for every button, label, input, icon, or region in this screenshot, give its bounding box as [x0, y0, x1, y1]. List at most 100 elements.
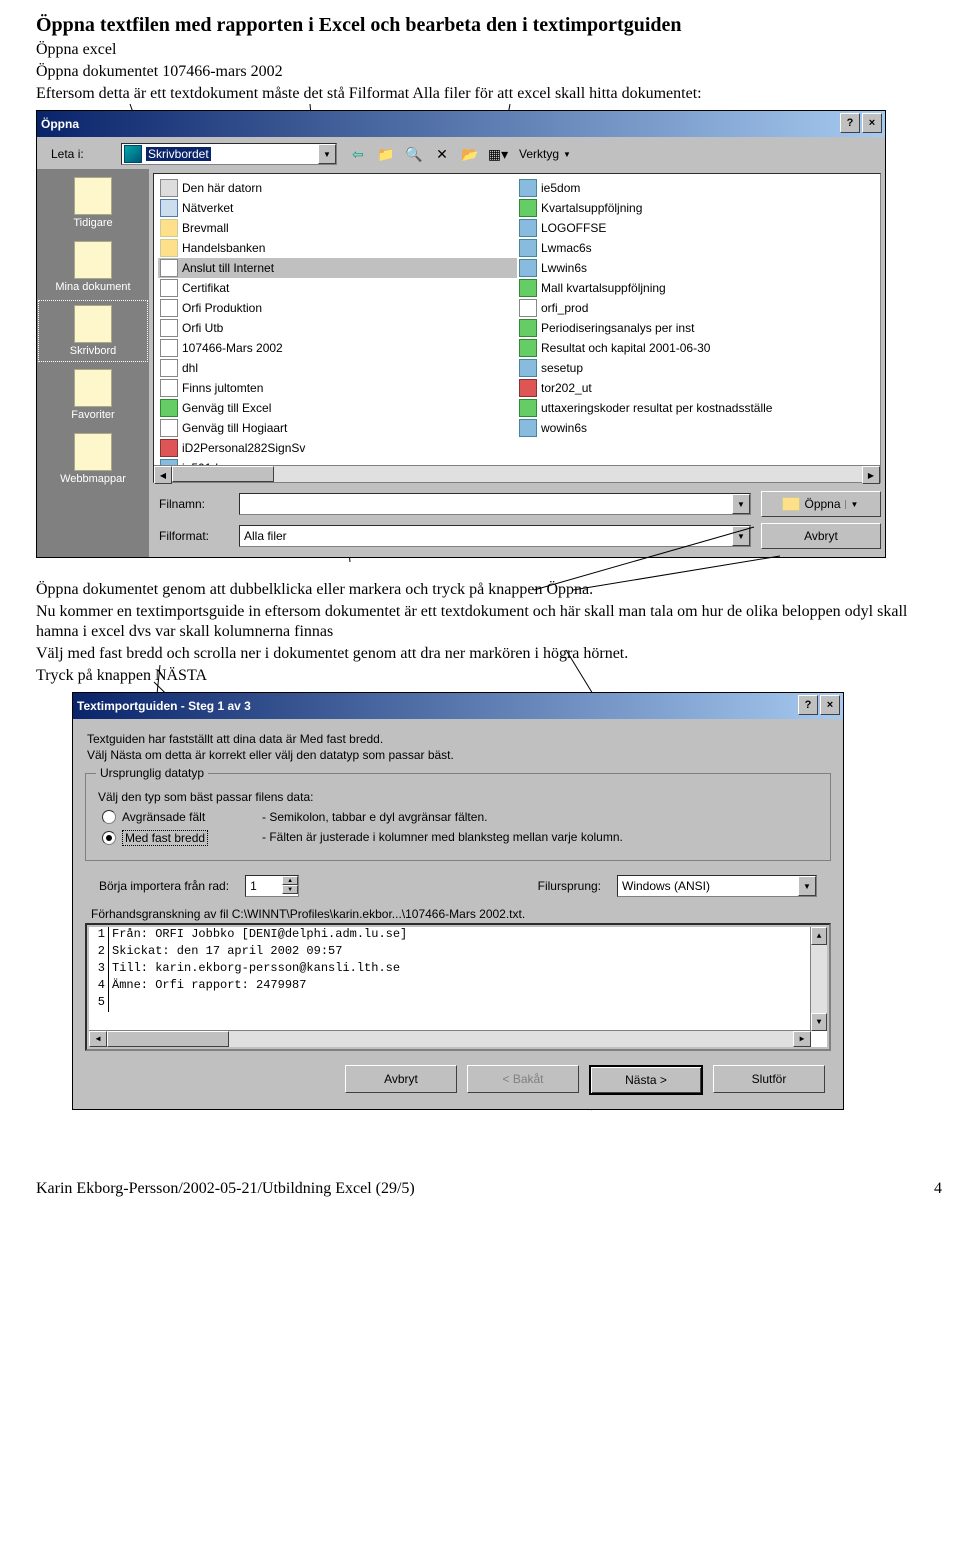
place-mina-dokument[interactable]: Mina dokument — [39, 237, 147, 297]
file-item[interactable]: wowin6s — [517, 418, 876, 438]
file-item[interactable]: iD2Personal282SignSv — [158, 438, 517, 458]
wizard-finish-button[interactable]: Slutför — [713, 1065, 825, 1093]
file-item[interactable]: sesetup — [517, 358, 876, 378]
file-item[interactable]: Orfi Utb — [158, 318, 517, 338]
wizard-titlebar[interactable]: Textimportguiden - Steg 1 av 3 ? × — [73, 693, 843, 719]
place-skrivbord[interactable]: Skrivbord — [39, 301, 147, 361]
scroll-left-icon[interactable]: ◀ — [154, 466, 172, 484]
file-item-label: 107466-Mars 2002 — [182, 341, 283, 355]
scroll-up-icon[interactable]: ▲ — [811, 927, 827, 945]
wizard-back-button[interactable]: < Bakåt — [467, 1065, 579, 1093]
file-item[interactable]: orfi_prod — [517, 298, 876, 318]
filename-input[interactable]: ▼ — [239, 493, 751, 515]
file-list-hscroll[interactable]: ◀ ▶ — [154, 465, 880, 482]
file-item-label: tor202_ut — [541, 381, 592, 395]
file-item[interactable]: Anslut till Internet — [158, 258, 517, 278]
tools-menu[interactable]: Verktyg ▼ — [515, 147, 575, 161]
file-item-label: Kvartalsuppföljning — [541, 201, 642, 215]
start-row-label: Börja importera från rad: — [99, 879, 229, 893]
preview-scroll-right-icon[interactable]: ▶ — [793, 1031, 811, 1047]
file-item[interactable]: Periodiseringsanalys per inst — [517, 318, 876, 338]
origin-dd-icon[interactable]: ▼ — [798, 876, 816, 896]
link-icon — [160, 319, 178, 337]
preview-scroll-left-icon[interactable]: ◀ — [89, 1031, 107, 1047]
file-item[interactable]: Lwmac6s — [517, 238, 876, 258]
close-icon[interactable]: × — [862, 113, 882, 133]
scroll-thumb[interactable] — [172, 466, 274, 482]
file-item-label: uttaxeringskoder resultat per kostnadsst… — [541, 401, 772, 415]
format-dd-icon[interactable]: ▼ — [732, 526, 750, 546]
filename-dd-icon[interactable]: ▼ — [732, 494, 750, 514]
file-item[interactable]: Nätverket — [158, 198, 517, 218]
open-button[interactable]: Öppna ▼ — [761, 491, 881, 517]
file-item[interactable]: Mall kvartalsuppföljning — [517, 278, 876, 298]
file-item[interactable]: dhl — [158, 358, 517, 378]
file-item[interactable]: tor202_ut — [517, 378, 876, 398]
file-item-label: Resultat och kapital 2001-06-30 — [541, 341, 710, 355]
file-item[interactable]: Certifikat — [158, 278, 517, 298]
spin-up-icon[interactable]: ▲ — [282, 876, 298, 885]
file-item-label: iD2Personal282SignSv — [182, 441, 305, 455]
chevron-down-icon[interactable]: ▼ — [318, 144, 336, 164]
search-web-icon[interactable]: 🔍 — [403, 143, 425, 165]
up-folder-icon[interactable]: 📁 — [375, 143, 397, 165]
place-webbmappar[interactable]: Webbmappar — [39, 429, 147, 489]
xls-icon — [519, 279, 537, 297]
preview-line-number: 3 — [89, 961, 109, 978]
folder-icon — [160, 219, 178, 237]
file-item-label: orfi_prod — [541, 301, 588, 315]
file-list[interactable]: Den här datornNätverketBrevmallHandelsba… — [153, 173, 881, 483]
file-item[interactable]: Kvartalsuppföljning — [517, 198, 876, 218]
back-icon[interactable]: ⇦ — [347, 143, 369, 165]
look-in-value: Skrivbordet — [146, 147, 211, 161]
look-in-combo[interactable]: Skrivbordet ▼ — [121, 143, 337, 165]
place-tidigare[interactable]: Tidigare — [39, 173, 147, 233]
cancel-button[interactable]: Avbryt — [761, 523, 881, 549]
format-combo[interactable]: Alla filer ▼ — [239, 525, 751, 547]
scroll-right-icon[interactable]: ▶ — [862, 466, 880, 484]
preview-line-number: 2 — [89, 944, 109, 961]
preview-vscroll[interactable]: ▲ ▼ — [810, 927, 827, 1031]
file-item[interactable]: LOGOFFSE — [517, 218, 876, 238]
scroll-down-icon[interactable]: ▼ — [811, 1013, 827, 1031]
open-dialog-titlebar[interactable]: Öppna ? × — [37, 111, 885, 137]
file-item[interactable]: Lwwin6s — [517, 258, 876, 278]
file-item[interactable]: Den här datorn — [158, 178, 517, 198]
preview-hscroll[interactable]: ◀ ▶ — [89, 1030, 811, 1047]
wizard-close-icon[interactable]: × — [820, 695, 840, 715]
xls-icon — [519, 319, 537, 337]
filename-label: Filnamn: — [159, 497, 229, 511]
open-split-dd-icon[interactable]: ▼ — [845, 500, 860, 509]
exe-icon — [519, 239, 537, 257]
file-item[interactable]: 107466-Mars 2002 — [158, 338, 517, 358]
file-item[interactable]: Genväg till Hogiaart — [158, 418, 517, 438]
file-item[interactable]: Handelsbanken — [158, 238, 517, 258]
file-item[interactable]: Brevmall — [158, 218, 517, 238]
radio-delimited[interactable]: Avgränsade fält — [102, 810, 252, 824]
exe-icon — [519, 259, 537, 277]
spin-down-icon[interactable]: ▼ — [282, 885, 298, 894]
preview-scroll-thumb[interactable] — [107, 1031, 229, 1047]
file-item[interactable]: Resultat och kapital 2001-06-30 — [517, 338, 876, 358]
file-item[interactable]: ie5dom — [517, 178, 876, 198]
file-item[interactable]: uttaxeringskoder resultat per kostnadsst… — [517, 398, 876, 418]
new-folder-icon[interactable]: 📂 — [459, 143, 481, 165]
wizard-help-icon[interactable]: ? — [798, 695, 818, 715]
preview-line-number: 1 — [89, 927, 109, 944]
file-item[interactable]: Genväg till Excel — [158, 398, 517, 418]
wizard-cancel-button[interactable]: Avbryt — [345, 1065, 457, 1093]
pc-icon — [160, 179, 178, 197]
wizard-next-button[interactable]: Nästa > — [589, 1065, 703, 1095]
delete-icon[interactable]: ✕ — [431, 143, 453, 165]
radio-fixed-width[interactable]: Med fast bredd — [102, 830, 252, 846]
file-item-label: dhl — [182, 361, 198, 375]
start-row-input[interactable]: 1 ▲ ▼ — [245, 875, 299, 897]
origin-select[interactable]: Windows (ANSI) ▼ — [617, 875, 817, 897]
place-favoriter[interactable]: Favoriter — [39, 365, 147, 425]
file-item-label: wowin6s — [541, 421, 587, 435]
red-icon — [519, 379, 537, 397]
help-icon[interactable]: ? — [840, 113, 860, 133]
file-item[interactable]: Orfi Produktion — [158, 298, 517, 318]
views-icon[interactable]: ▦▾ — [487, 143, 509, 165]
file-item[interactable]: Finns jultomten — [158, 378, 517, 398]
